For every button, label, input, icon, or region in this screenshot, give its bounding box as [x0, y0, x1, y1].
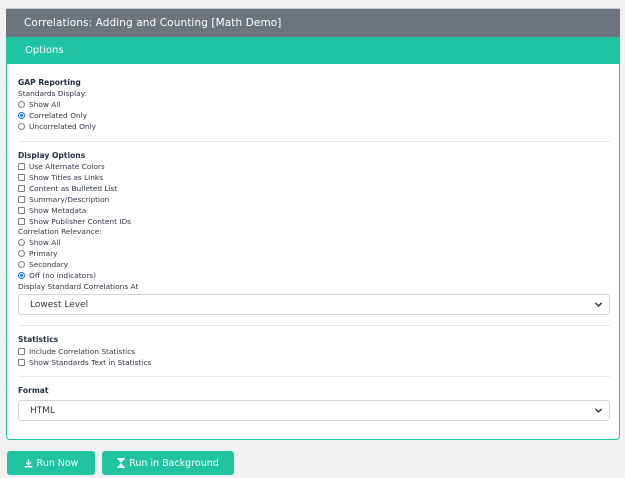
- statistics-title: Statistics: [18, 335, 59, 344]
- include-correlation-statistics-checkbox[interactable]: Include Correlation Statistics: [18, 346, 135, 356]
- display-level-value: Lowest Level: [30, 300, 89, 310]
- content-as-bulleted-list-checkbox[interactable]: Content as Bulleted List: [18, 183, 117, 193]
- checkbox[interactable]: [18, 162, 25, 170]
- display-level-label: Display Standard Correlations At: [18, 282, 139, 291]
- format-title: Format: [18, 386, 49, 395]
- section-divider: [18, 141, 610, 142]
- run-now-button[interactable]: Run Now: [7, 451, 95, 475]
- format-select[interactable]: HTML: [18, 400, 610, 421]
- options-body: GAP Reporting Standards Display: Show Al…: [7, 64, 619, 440]
- checkbox[interactable]: [18, 347, 25, 355]
- show-publisher-content-ids-checkbox[interactable]: Show Publisher Content IDs: [18, 216, 131, 226]
- radio-button[interactable]: [18, 238, 25, 246]
- correlation-relevance-label: Correlation Relevance:: [18, 227, 102, 236]
- run-in-background-label: Run in Background: [129, 457, 219, 469]
- report-title: Correlations: Adding and Counting [Math …: [24, 17, 282, 29]
- checkbox[interactable]: [18, 195, 25, 203]
- radio-button-selected[interactable]: [18, 271, 25, 279]
- show-standards-text-checkbox[interactable]: Show Standards Text in Statistics: [18, 357, 151, 367]
- hourglass-icon: [117, 458, 126, 468]
- relevance-off-radio[interactable]: Off (no indicators): [18, 270, 96, 280]
- checkbox[interactable]: [18, 217, 25, 225]
- standards-correlated-only-radio[interactable]: Correlated Only: [18, 110, 87, 120]
- show-metadata-checkbox[interactable]: Show Metadata: [18, 205, 86, 215]
- standards-uncorrelated-only-radio[interactable]: Uncorrelated Only: [18, 121, 96, 131]
- checkbox[interactable]: [18, 184, 25, 192]
- gap-reporting-title: GAP Reporting: [18, 78, 81, 87]
- checkbox[interactable]: [18, 173, 25, 181]
- radio-button[interactable]: [18, 249, 25, 257]
- radio-button-selected[interactable]: [18, 111, 25, 119]
- checkbox[interactable]: [18, 206, 25, 214]
- section-divider: [18, 325, 610, 326]
- run-now-label: Run Now: [36, 457, 79, 469]
- relevance-secondary-radio[interactable]: Secondary: [18, 259, 68, 269]
- show-titles-as-links-checkbox[interactable]: Show Titles as Links: [18, 172, 103, 182]
- display-options-title: Display Options: [18, 151, 86, 160]
- section-divider: [18, 376, 610, 377]
- summary-description-checkbox[interactable]: Summary/Description: [18, 194, 109, 204]
- standards-show-all-radio[interactable]: Show All: [18, 99, 60, 109]
- chevron-down-icon: [594, 302, 603, 308]
- format-value: HTML: [30, 406, 56, 416]
- radio-button[interactable]: [18, 260, 25, 268]
- options-panel-header[interactable]: Options: [7, 38, 619, 64]
- options-panel: Options GAP Reporting Standards Display:…: [6, 37, 620, 440]
- download-icon: [24, 458, 32, 467]
- use-alternate-colors-checkbox[interactable]: Use Alternate Colors: [18, 161, 105, 171]
- chevron-down-icon: [594, 408, 603, 414]
- standards-display-label: Standards Display:: [18, 89, 88, 98]
- relevance-primary-radio[interactable]: Primary: [18, 248, 58, 258]
- radio-button[interactable]: [18, 100, 25, 108]
- display-level-select[interactable]: Lowest Level: [18, 294, 610, 315]
- checkbox[interactable]: [18, 358, 25, 366]
- radio-button[interactable]: [18, 122, 25, 130]
- run-in-background-button[interactable]: Run in Background: [102, 451, 234, 475]
- relevance-show-all-radio[interactable]: Show All: [18, 237, 60, 247]
- options-panel-title: Options: [25, 45, 64, 56]
- window-title-bar: Correlations: Adding and Counting [Math …: [6, 8, 620, 37]
